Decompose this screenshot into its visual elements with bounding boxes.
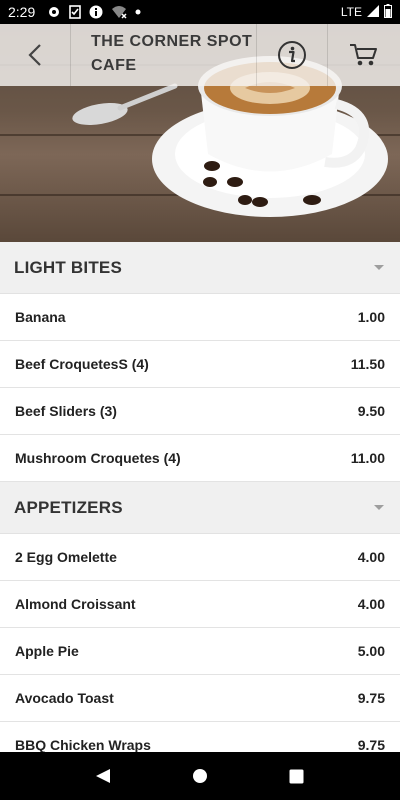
circle-home-icon xyxy=(192,769,207,783)
item-price: 9.75 xyxy=(357,690,385,706)
cart-button[interactable] xyxy=(327,24,400,86)
item-price: 9.50 xyxy=(357,403,385,419)
item-price: 11.00 xyxy=(350,450,385,466)
menu-item[interactable]: Mushroom Croquetes (4) 11.00 xyxy=(0,435,400,482)
item-name: Avocado Toast xyxy=(15,690,114,706)
item-name: Almond Croissant xyxy=(15,596,136,612)
triangle-back-icon xyxy=(96,769,111,783)
item-price: 4.00 xyxy=(357,596,385,612)
title-line-2: CAFE xyxy=(91,57,137,74)
menu-list[interactable]: LIGHT BITES Banana 1.00 Beef CroquetesS … xyxy=(0,242,400,752)
item-name: BBQ Chicken Wraps xyxy=(15,737,151,752)
info-button[interactable] xyxy=(256,24,327,86)
item-name: Beef Sliders (3) xyxy=(15,403,117,419)
section-title: LIGHT BITES xyxy=(14,257,122,277)
info-circle-icon xyxy=(278,41,306,69)
section-title: APPETIZERS xyxy=(14,497,123,517)
network-type: LTE xyxy=(340,5,362,19)
settings-gear-icon xyxy=(47,5,61,19)
wifi-off-icon xyxy=(111,5,127,19)
nav-back-button[interactable] xyxy=(83,756,123,796)
item-price: 9.75 xyxy=(357,737,385,752)
item-name: Apple Pie xyxy=(15,643,79,659)
nav-home-button[interactable] xyxy=(180,756,220,796)
app-bar: THE CORNER SPOT CAFE xyxy=(0,24,400,86)
clipboard-check-icon xyxy=(69,5,82,19)
status-time: 2:29 xyxy=(8,4,36,20)
menu-item[interactable]: 2 Egg Omelette 4.00 xyxy=(0,534,400,581)
menu-item[interactable]: BBQ Chicken Wraps 9.75 xyxy=(0,722,400,752)
caret-down-icon xyxy=(374,505,384,510)
info-icon xyxy=(89,5,103,19)
system-nav-bar xyxy=(0,752,400,800)
item-price: 4.00 xyxy=(357,549,385,565)
menu-item[interactable]: Almond Croissant 4.00 xyxy=(0,581,400,628)
item-name: 2 Egg Omelette xyxy=(15,549,117,565)
item-price: 1.00 xyxy=(357,309,385,325)
notification-dot-icon xyxy=(135,9,141,15)
cart-icon xyxy=(350,44,377,66)
item-name: Beef CroquetesS (4) xyxy=(15,356,149,372)
section-header-appetizers[interactable]: APPETIZERS xyxy=(0,482,400,534)
signal-icon xyxy=(367,4,379,20)
menu-item[interactable]: Avocado Toast 9.75 xyxy=(0,675,400,722)
nav-recents-button[interactable] xyxy=(277,756,317,796)
menu-item[interactable]: Beef CroquetesS (4) 11.50 xyxy=(0,341,400,388)
caret-down-icon xyxy=(374,265,384,270)
item-name: Banana xyxy=(15,309,66,325)
menu-item[interactable]: Beef Sliders (3) 9.50 xyxy=(0,388,400,435)
back-button[interactable] xyxy=(0,24,71,86)
item-name: Mushroom Croquetes (4) xyxy=(15,450,181,466)
square-recents-icon xyxy=(289,769,304,783)
page-title: THE CORNER SPOT CAFE xyxy=(71,24,256,86)
battery-icon xyxy=(384,3,392,21)
item-price: 11.50 xyxy=(350,356,385,372)
menu-item[interactable]: Apple Pie 5.00 xyxy=(0,628,400,675)
menu-item[interactable]: Banana 1.00 xyxy=(0,294,400,341)
item-price: 5.00 xyxy=(357,643,385,659)
section-header-light-bites[interactable]: LIGHT BITES xyxy=(0,242,400,294)
chevron-left-icon xyxy=(28,44,41,66)
status-bar: 2:29 LTE xyxy=(0,0,400,24)
title-line-1: THE CORNER SPOT xyxy=(91,33,253,50)
